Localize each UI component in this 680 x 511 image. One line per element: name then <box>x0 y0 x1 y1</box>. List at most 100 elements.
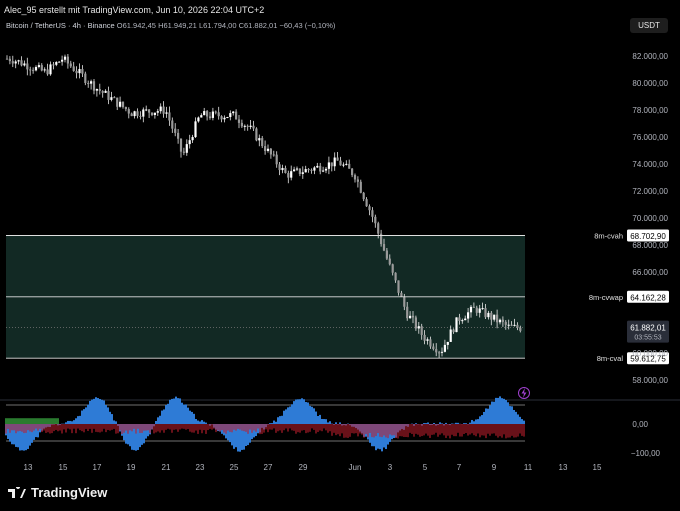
candle-body <box>116 97 119 107</box>
candle <box>116 97 119 111</box>
candle-body <box>43 69 46 71</box>
candle <box>255 127 258 142</box>
candle <box>92 79 96 95</box>
candle <box>52 61 55 70</box>
candle <box>206 109 209 121</box>
candle-body <box>200 115 203 118</box>
candle-body <box>206 111 209 117</box>
candle-body <box>284 167 287 173</box>
candle <box>153 112 156 119</box>
price-tick-label: 74.000,00 <box>632 160 668 169</box>
candle-body <box>101 90 104 93</box>
last-price-value: 61.882,01 <box>630 324 666 333</box>
candle-body <box>165 112 168 114</box>
candle <box>113 96 116 99</box>
candle-body <box>258 138 261 141</box>
candle-body <box>34 66 38 71</box>
candle <box>226 116 229 119</box>
candle-body <box>214 111 217 113</box>
candle-body <box>385 250 388 259</box>
candle-body <box>432 346 435 350</box>
candle <box>365 197 368 207</box>
candle <box>40 63 43 72</box>
candle <box>165 106 168 118</box>
candle-body <box>435 349 438 353</box>
candle-body <box>269 148 272 155</box>
time-tick-label: 5 <box>423 463 428 472</box>
candle-body <box>139 115 142 117</box>
osc-tick-label: 0,00 <box>632 420 648 429</box>
candle <box>177 129 180 144</box>
candle-body <box>467 312 470 319</box>
candle <box>371 207 374 223</box>
time-tick-label: 7 <box>457 463 462 472</box>
candle-body <box>333 157 336 167</box>
candle <box>162 101 165 118</box>
candle-body <box>487 312 490 318</box>
candle-body <box>478 308 481 313</box>
candle-body <box>310 169 313 171</box>
candle-body <box>110 97 113 100</box>
candle <box>223 115 226 123</box>
candle-body <box>290 171 293 178</box>
candle <box>264 140 267 155</box>
level-value-8m-cvwap: 64.162,28 <box>630 293 666 302</box>
candle-body <box>249 125 252 127</box>
candle-body <box>403 296 406 307</box>
candle-body <box>148 109 151 113</box>
price-chart[interactable]: 8m-cvah 68.702,90 8m-cvwap 64.162,28 8m-cval… <box>0 0 680 480</box>
candle <box>98 83 101 95</box>
time-tick-label: 21 <box>162 463 171 472</box>
candle <box>272 150 275 157</box>
candle <box>258 134 261 147</box>
candle-body <box>406 306 409 319</box>
candle <box>63 54 67 63</box>
candle <box>287 170 290 184</box>
osc-tick-label: −100,00 <box>631 449 661 458</box>
candle <box>211 107 214 121</box>
candle <box>243 124 246 131</box>
candle-body <box>391 264 394 273</box>
candle-body <box>519 327 522 331</box>
price-tick-label: 76.000,00 <box>632 133 668 142</box>
candle-body <box>371 210 374 217</box>
candle-body <box>464 318 467 321</box>
candle <box>11 55 14 68</box>
price-tick-label: 58.000,00 <box>632 376 668 385</box>
candle <box>84 71 87 86</box>
tradingview-branding[interactable]: TradingView <box>8 485 107 500</box>
candle-body <box>153 112 156 116</box>
level-name-8m-cval: 8m-cval <box>597 354 624 363</box>
candle-body <box>29 69 32 71</box>
candle <box>174 123 177 137</box>
candle <box>197 116 200 123</box>
candle-body <box>121 101 125 107</box>
candle-body <box>17 60 20 62</box>
candle-body <box>493 314 496 320</box>
candle-body <box>438 352 441 354</box>
candle <box>330 162 333 172</box>
candle-body <box>342 164 345 166</box>
candle <box>159 103 162 114</box>
candle-body <box>58 61 61 63</box>
candle-body <box>46 69 49 75</box>
candle <box>310 168 313 174</box>
candle <box>20 56 23 67</box>
level-name-8m-cvwap: 8m-cvwap <box>589 293 623 302</box>
candle <box>17 59 20 65</box>
tradingview-logo-icon <box>8 486 26 498</box>
candle-body <box>362 192 365 200</box>
candle-body <box>327 162 330 169</box>
candle-body <box>87 82 90 84</box>
candle-body <box>475 307 478 313</box>
candle-body <box>498 319 502 323</box>
candle-body <box>496 314 499 323</box>
candle-body <box>443 344 446 352</box>
candle-body <box>319 165 322 172</box>
candle-body <box>293 169 296 172</box>
candle-body <box>414 317 417 329</box>
time-axis: 13 15 17 19 21 23 25 27 29 Jun 3 5 7 9 11 13 15 <box>24 463 602 472</box>
price-tick-label: 78.000,00 <box>632 106 668 115</box>
candle <box>179 138 183 158</box>
candle-body <box>423 334 426 341</box>
